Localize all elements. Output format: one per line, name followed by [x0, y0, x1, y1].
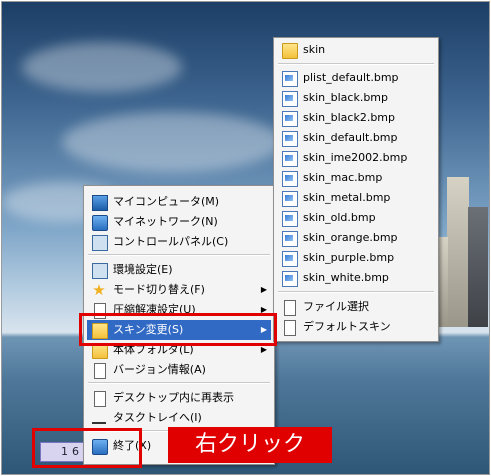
bitmap-file-icon [282, 71, 298, 87]
menu-item-10[interactable]: タスクトレイへ(I) [87, 408, 271, 428]
skyscraper [468, 207, 488, 327]
bitmap-file-icon [282, 231, 298, 247]
menu-item-label: モード切り替え(F) [113, 283, 205, 296]
menu-item-label: skin_black2.bmp [303, 111, 396, 124]
skin-file-item[interactable]: skin_old.bmp [277, 208, 435, 228]
control-panel-icon [92, 235, 108, 251]
highlight-box-skin-change [79, 313, 277, 346]
menu-item-label: skin_old.bmp [303, 211, 376, 224]
computer-icon [92, 195, 108, 211]
menu-item-label: skin_orange.bmp [303, 231, 398, 244]
cloud [62, 112, 282, 172]
bitmap-file-icon [282, 151, 298, 167]
bitmap-file-icon [282, 191, 298, 207]
bitmap-file-icon [282, 131, 298, 147]
bitmap-file-icon [282, 171, 298, 187]
skyscraper [447, 177, 469, 327]
star-icon: ★ [92, 281, 106, 299]
menu-item-label: skin_white.bmp [303, 271, 389, 284]
skin-file-item[interactable]: skin_mac.bmp [277, 168, 435, 188]
default-skin-item[interactable]: デフォルトスキン [277, 317, 435, 337]
document-icon [284, 320, 296, 336]
document-icon [284, 300, 296, 316]
menu-item-label: タスクトレイへ(I) [113, 411, 202, 424]
submenu-arrow-icon: ▶ [260, 285, 267, 294]
folder-icon [282, 43, 298, 59]
menu-item-label: skin_mac.bmp [303, 171, 383, 184]
menu-item-label: コントロールパネル(C) [113, 235, 229, 248]
menu-item-9[interactable]: デスクトップ内に再表示 [87, 388, 271, 408]
menu-item-8[interactable]: バージョン情報(A) [87, 360, 271, 380]
menu-item-4[interactable]: ★ モード切り替え(F) ▶ [87, 280, 271, 300]
menu-item-label: skin_default.bmp [303, 131, 398, 144]
skin-file-item[interactable]: skin_white.bmp [277, 268, 435, 288]
menu-separator [88, 254, 270, 256]
skin-file-item[interactable]: plist_default.bmp [277, 68, 435, 88]
file-select-item[interactable]: ファイル選択 [277, 297, 435, 317]
menu-item-label: skin_purple.bmp [303, 251, 395, 264]
skin-submenu: skin plist_default.bmp skin_black.bmp skin_… [273, 37, 439, 342]
menu-item-label: ファイル選択 [303, 300, 369, 313]
menu-item-label: plist_default.bmp [303, 71, 399, 84]
menu-item-1[interactable]: マイネットワーク(N) [87, 212, 271, 232]
right-click-callout: 右クリック [168, 427, 332, 463]
skin-file-item[interactable]: skin_metal.bmp [277, 188, 435, 208]
menu-item-label: skin_black.bmp [303, 91, 389, 104]
bitmap-file-icon [282, 211, 298, 227]
menu-item-label: 環境設定(E) [113, 263, 173, 276]
menu-item-label: デフォルトスキン [303, 320, 391, 333]
menu-separator [88, 382, 270, 384]
skin-file-item[interactable]: skin_black2.bmp [277, 108, 435, 128]
network-icon [92, 215, 108, 231]
menu-separator [278, 291, 434, 293]
bitmap-file-icon [282, 91, 298, 107]
menu-item-0[interactable]: マイコンピュータ(M) [87, 192, 271, 212]
cloud [22, 42, 182, 92]
bitmap-file-icon [282, 251, 298, 267]
menu-item-2[interactable]: コントロールパネル(C) [87, 232, 271, 252]
settings-icon [92, 263, 108, 279]
highlight-box-tray [32, 428, 142, 468]
skin-file-item[interactable]: skin_default.bmp [277, 128, 435, 148]
skin-file-item[interactable]: skin_black.bmp [277, 88, 435, 108]
menu-item-label: マイコンピュータ(M) [113, 195, 220, 208]
skin-file-item[interactable]: skin_purple.bmp [277, 248, 435, 268]
menu-item-label: skin [303, 43, 326, 56]
skin-file-item[interactable]: skin_orange.bmp [277, 228, 435, 248]
minimize-icon [92, 414, 106, 424]
menu-item-label: デスクトップ内に再表示 [113, 391, 234, 404]
bitmap-file-icon [282, 271, 298, 287]
menu-item-label: skin_ime2002.bmp [303, 151, 408, 164]
bitmap-file-icon [282, 111, 298, 127]
menu-item-label: バージョン情報(A) [113, 363, 206, 376]
window-icon [94, 363, 106, 379]
menu-separator [278, 63, 434, 65]
skin-file-item[interactable]: skin_ime2002.bmp [277, 148, 435, 168]
menu-item-3[interactable]: 環境設定(E) [87, 260, 271, 280]
skin-folder-item[interactable]: skin [277, 40, 435, 60]
window-icon [94, 391, 106, 407]
menu-item-label: マイネットワーク(N) [113, 215, 218, 228]
menu-item-label: skin_metal.bmp [303, 191, 391, 204]
